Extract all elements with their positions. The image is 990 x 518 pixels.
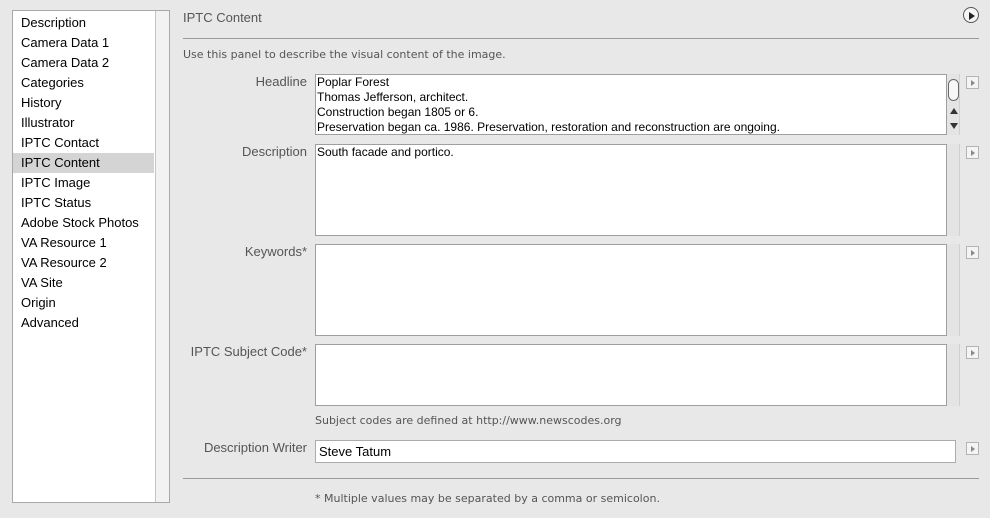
sidebar-scrollbar[interactable] bbox=[155, 11, 169, 502]
sidebar-item-iptc-content[interactable]: IPTC Content bbox=[13, 153, 154, 173]
sidebar-item-iptc-image[interactable]: IPTC Image bbox=[13, 173, 154, 193]
scroll-up-icon[interactable] bbox=[950, 108, 958, 114]
triangle-right-icon[interactable] bbox=[966, 146, 979, 159]
panel-title: IPTC Content bbox=[183, 10, 262, 25]
headline-label: Headline bbox=[255, 74, 307, 89]
triangle-right-icon[interactable] bbox=[966, 246, 979, 259]
panel-description: Use this panel to describe the visual co… bbox=[183, 48, 506, 61]
description-field[interactable]: South facade and portico. bbox=[315, 144, 947, 236]
headline-line: Thomas Jefferson, architect. bbox=[317, 90, 469, 104]
sidebar-item-iptc-contact[interactable]: IPTC Contact bbox=[13, 133, 154, 153]
sidebar-item-illustrator[interactable]: Illustrator bbox=[13, 113, 154, 133]
sidebar-item-va-resource-2[interactable]: VA Resource 2 bbox=[13, 253, 154, 273]
triangle-right-icon[interactable] bbox=[966, 76, 979, 89]
subject-code-field[interactable] bbox=[315, 344, 947, 406]
panel-list-items: Description Camera Data 1 Camera Data 2 … bbox=[13, 11, 169, 333]
triangle-right-icon[interactable] bbox=[966, 346, 979, 359]
scrollbar-thumb[interactable] bbox=[948, 79, 959, 101]
sidebar-item-history[interactable]: History bbox=[13, 93, 154, 113]
description-label: Description bbox=[241, 144, 307, 159]
subject-code-label: IPTC Subject Code* bbox=[190, 344, 307, 359]
headline-field[interactable]: Poplar Forest Thomas Jefferson, architec… bbox=[315, 74, 947, 135]
sidebar-item-advanced[interactable]: Advanced bbox=[13, 313, 154, 333]
panel-list: Description Camera Data 1 Camera Data 2 … bbox=[12, 10, 170, 503]
headline-line: Preservation began ca. 1986. Preservatio… bbox=[317, 120, 780, 134]
sidebar-item-camera-data-2[interactable]: Camera Data 2 bbox=[13, 53, 154, 73]
sidebar-item-va-site[interactable]: VA Site bbox=[13, 273, 154, 293]
sidebar-item-origin[interactable]: Origin bbox=[13, 293, 154, 313]
sidebar-item-camera-data-1[interactable]: Camera Data 1 bbox=[13, 33, 154, 53]
sidebar-item-va-resource-1[interactable]: VA Resource 1 bbox=[13, 233, 154, 253]
subject-code-hint: Subject codes are defined at http://www.… bbox=[315, 414, 622, 427]
description-writer-label: Description Writer bbox=[203, 440, 307, 455]
footnote: * Multiple values may be separated by a … bbox=[315, 492, 660, 505]
sidebar-item-adobe-stock-photos[interactable]: Adobe Stock Photos bbox=[13, 213, 154, 233]
sidebar-item-description[interactable]: Description bbox=[13, 13, 154, 33]
headline-scrollbar[interactable] bbox=[947, 74, 960, 135]
description-scrollbar[interactable] bbox=[947, 144, 960, 236]
keywords-field[interactable] bbox=[315, 244, 947, 336]
sidebar-item-categories[interactable]: Categories bbox=[13, 73, 154, 93]
description-value: South facade and portico. bbox=[317, 145, 454, 159]
description-writer-field[interactable]: Steve Tatum bbox=[315, 440, 956, 463]
footer-divider bbox=[183, 478, 979, 479]
subject-code-scrollbar[interactable] bbox=[947, 344, 960, 406]
keywords-label: Keywords* bbox=[244, 244, 307, 259]
triangle-right-icon[interactable] bbox=[966, 442, 979, 455]
scroll-down-icon[interactable] bbox=[950, 123, 958, 129]
keywords-scrollbar[interactable] bbox=[947, 244, 960, 336]
headline-line: Poplar Forest bbox=[317, 75, 390, 89]
header-divider bbox=[183, 38, 979, 39]
sidebar-item-iptc-status[interactable]: IPTC Status bbox=[13, 193, 154, 213]
play-circle-icon[interactable] bbox=[963, 7, 979, 23]
headline-line: Construction began 1805 or 6. bbox=[317, 105, 479, 119]
